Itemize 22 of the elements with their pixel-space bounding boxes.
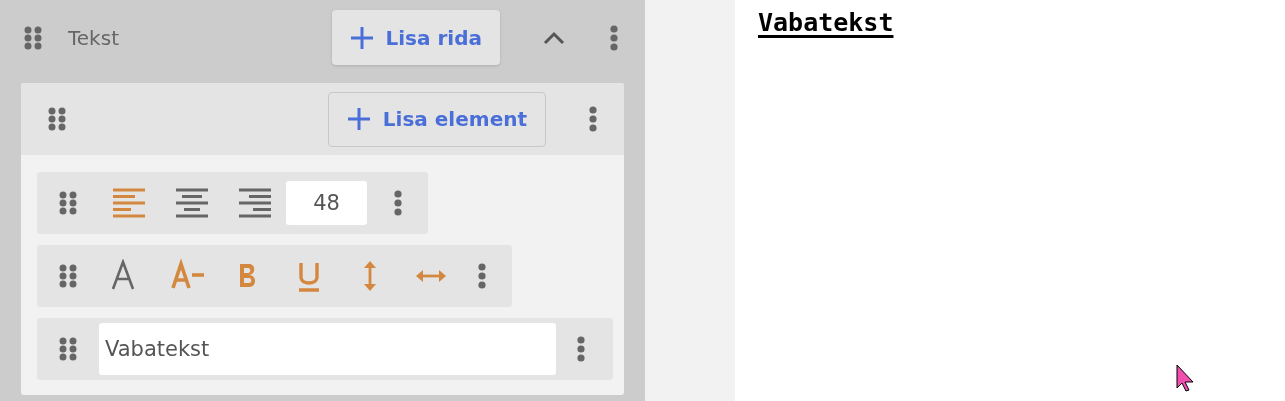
more-options-icon[interactable]	[577, 336, 585, 362]
add-element-button[interactable]: Lisa element	[327, 91, 546, 147]
more-options-icon[interactable]	[478, 263, 486, 289]
section-title: Tekst	[68, 25, 120, 50]
drag-handle-icon[interactable]	[59, 191, 77, 215]
align-right-icon[interactable]	[239, 188, 272, 218]
chevron-up-icon[interactable]	[543, 30, 565, 45]
mouse-pointer-icon	[1176, 364, 1196, 392]
drag-handle-icon[interactable]	[59, 337, 77, 361]
text-field[interactable]: Vabatekst	[99, 323, 556, 375]
more-options-icon[interactable]	[394, 190, 402, 216]
add-row-button[interactable]: Lisa rida	[331, 10, 500, 65]
plus-icon	[346, 107, 371, 131]
align-center-icon[interactable]	[176, 188, 209, 218]
more-options-icon[interactable]	[610, 24, 618, 51]
drag-handle-icon[interactable]	[24, 25, 42, 50]
plus-icon	[349, 25, 374, 50]
more-options-icon[interactable]	[589, 106, 597, 132]
preview-text: Vabatekst	[758, 8, 894, 37]
drag-handle-icon[interactable]	[59, 264, 77, 288]
font-size-field[interactable]: 48	[286, 181, 367, 225]
drag-handle-icon[interactable]	[48, 107, 66, 131]
